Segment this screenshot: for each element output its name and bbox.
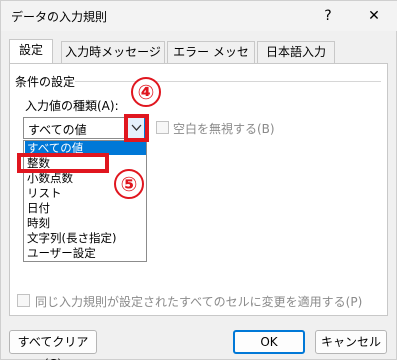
help-button[interactable]: ? xyxy=(313,3,343,29)
step-4-marker: ④ xyxy=(131,77,161,107)
allow-type-label: 入力値の種類(A): xyxy=(25,99,119,113)
option-text-length[interactable]: 文字列(長さ指定) xyxy=(25,231,146,245)
step-5-marker: ⑤ xyxy=(114,169,144,199)
dialog-title: データの入力規則 xyxy=(11,10,108,24)
option-time[interactable]: 時刻 xyxy=(25,216,146,230)
clear-all-button[interactable]: すべてクリア(C) xyxy=(9,330,97,360)
tab-input-message[interactable]: 入力時メッセージ xyxy=(61,41,165,63)
group-divider xyxy=(75,81,381,82)
ignore-blank-label: 空白を無視する(B) xyxy=(173,122,275,136)
title-bar: データの入力規則 ? ✕ xyxy=(1,1,397,31)
apply-all-label: 同じ入力規則が設定されたすべてのセルに変更を適用する(P) xyxy=(35,295,363,309)
tab-japanese-input[interactable]: 日本語入力 xyxy=(257,41,335,63)
whole-number-highlight xyxy=(17,153,109,173)
dropdown-button-highlight xyxy=(124,114,149,142)
tab-error-message[interactable]: エラー メッセージ xyxy=(167,41,255,79)
criteria-group-label: 条件の設定 xyxy=(15,75,76,89)
apply-all-checkbox[interactable] xyxy=(17,294,30,307)
option-custom[interactable]: ユーザー設定 xyxy=(25,246,146,260)
allow-type-value: すべての値 xyxy=(28,123,87,137)
ignore-blank-checkbox[interactable] xyxy=(156,121,169,134)
ok-button[interactable]: OK xyxy=(233,330,305,354)
tab-settings[interactable]: 設定 xyxy=(9,39,53,63)
data-validation-dialog: データの入力規則 ? ✕ 設定 入力時メッセージ エラー メッセージ 日本語入力… xyxy=(0,0,397,360)
close-button[interactable]: ✕ xyxy=(357,3,391,29)
cancel-button[interactable]: キャンセル xyxy=(315,330,387,354)
option-date[interactable]: 日付 xyxy=(25,201,146,215)
